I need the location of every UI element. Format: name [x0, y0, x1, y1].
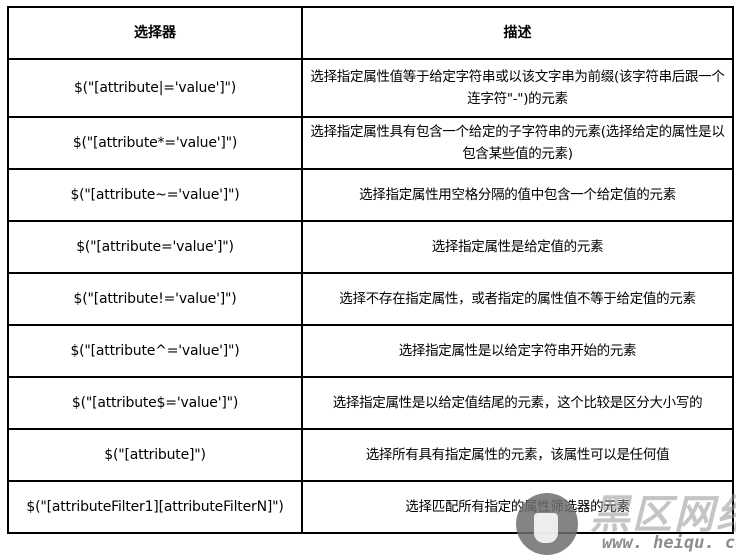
table-row: $("[attribute|='value']") 选择指定属性值等于给定字符串… — [7, 58, 734, 118]
selector-cell: $("[attribute]") — [7, 428, 303, 482]
table-row: $("[attribute^='value']") 选择指定属性是以给定字符串开… — [7, 324, 734, 378]
description-cell: 选择指定属性是给定值的元素 — [301, 220, 734, 274]
table-row: $("[attribute$='value']") 选择指定属性是以给定值结尾的… — [7, 376, 734, 430]
description-cell: 选择匹配所有指定的属性筛选器的元素 — [301, 480, 734, 534]
table-row: $("[attribute*='value']") 选择指定属性具有包含一个给定… — [7, 116, 734, 170]
column-divider-gap — [294, 200, 298, 211]
table-row: $("[attribute!='value']") 选择不存在指定属性，或者指定… — [7, 272, 734, 326]
selector-cell: $("[attribute*='value']") — [7, 116, 303, 170]
selector-cell: $("[attribute~='value']") — [7, 168, 303, 222]
attribute-selector-table: 选择器 描述 $("[attribute|='value']") 选择指定属性值… — [7, 6, 734, 534]
description-cell: 选择指定属性值等于给定字符串或以该文字串为前缀(该字符串后跟一个连字符"-")的… — [301, 58, 734, 118]
description-cell: 选择所有具有指定属性的元素，该属性可以是任何值 — [301, 428, 734, 482]
header-description: 描述 — [301, 6, 734, 60]
selector-cell: $("[attribute!='value']") — [7, 272, 303, 326]
watermark-url: www. heiqu. com — [602, 533, 736, 553]
selector-table-container: 选择器 描述 $("[attribute|='value']") 选择指定属性值… — [7, 6, 734, 534]
description-cell: 选择指定属性具有包含一个给定的子字符串的元素(选择给定的属性是以包含某些值的元素… — [301, 116, 734, 170]
selector-cell: $("[attribute^='value']") — [7, 324, 303, 378]
header-selector: 选择器 — [7, 6, 303, 60]
table-row: $("[attribute~='value']") 选择指定属性用空格分隔的值中… — [7, 168, 734, 222]
selector-cell: $("[attribute$='value']") — [7, 376, 303, 430]
table-header-row: 选择器 描述 — [7, 6, 734, 60]
selector-cell: $("[attribute='value']") — [7, 220, 303, 274]
description-cell: 选择不存在指定属性，或者指定的属性值不等于给定值的元素 — [301, 272, 734, 326]
table-row: $("[attribute='value']") 选择指定属性是给定值的元素 — [7, 220, 734, 274]
table-row: $("[attributeFilter1][attributeFilterN]"… — [7, 480, 734, 534]
description-cell: 选择指定属性是以给定值结尾的元素，这个比较是区分大小写的 — [301, 376, 734, 430]
table-row: $("[attribute]") 选择所有具有指定属性的元素，该属性可以是任何值 — [7, 428, 734, 482]
description-cell: 选择指定属性是以给定字符串开始的元素 — [301, 324, 734, 378]
selector-cell: $("[attributeFilter1][attributeFilterN]"… — [7, 480, 303, 534]
description-cell: 选择指定属性用空格分隔的值中包含一个给定值的元素 — [301, 168, 734, 222]
selector-cell: $("[attribute|='value']") — [7, 58, 303, 118]
